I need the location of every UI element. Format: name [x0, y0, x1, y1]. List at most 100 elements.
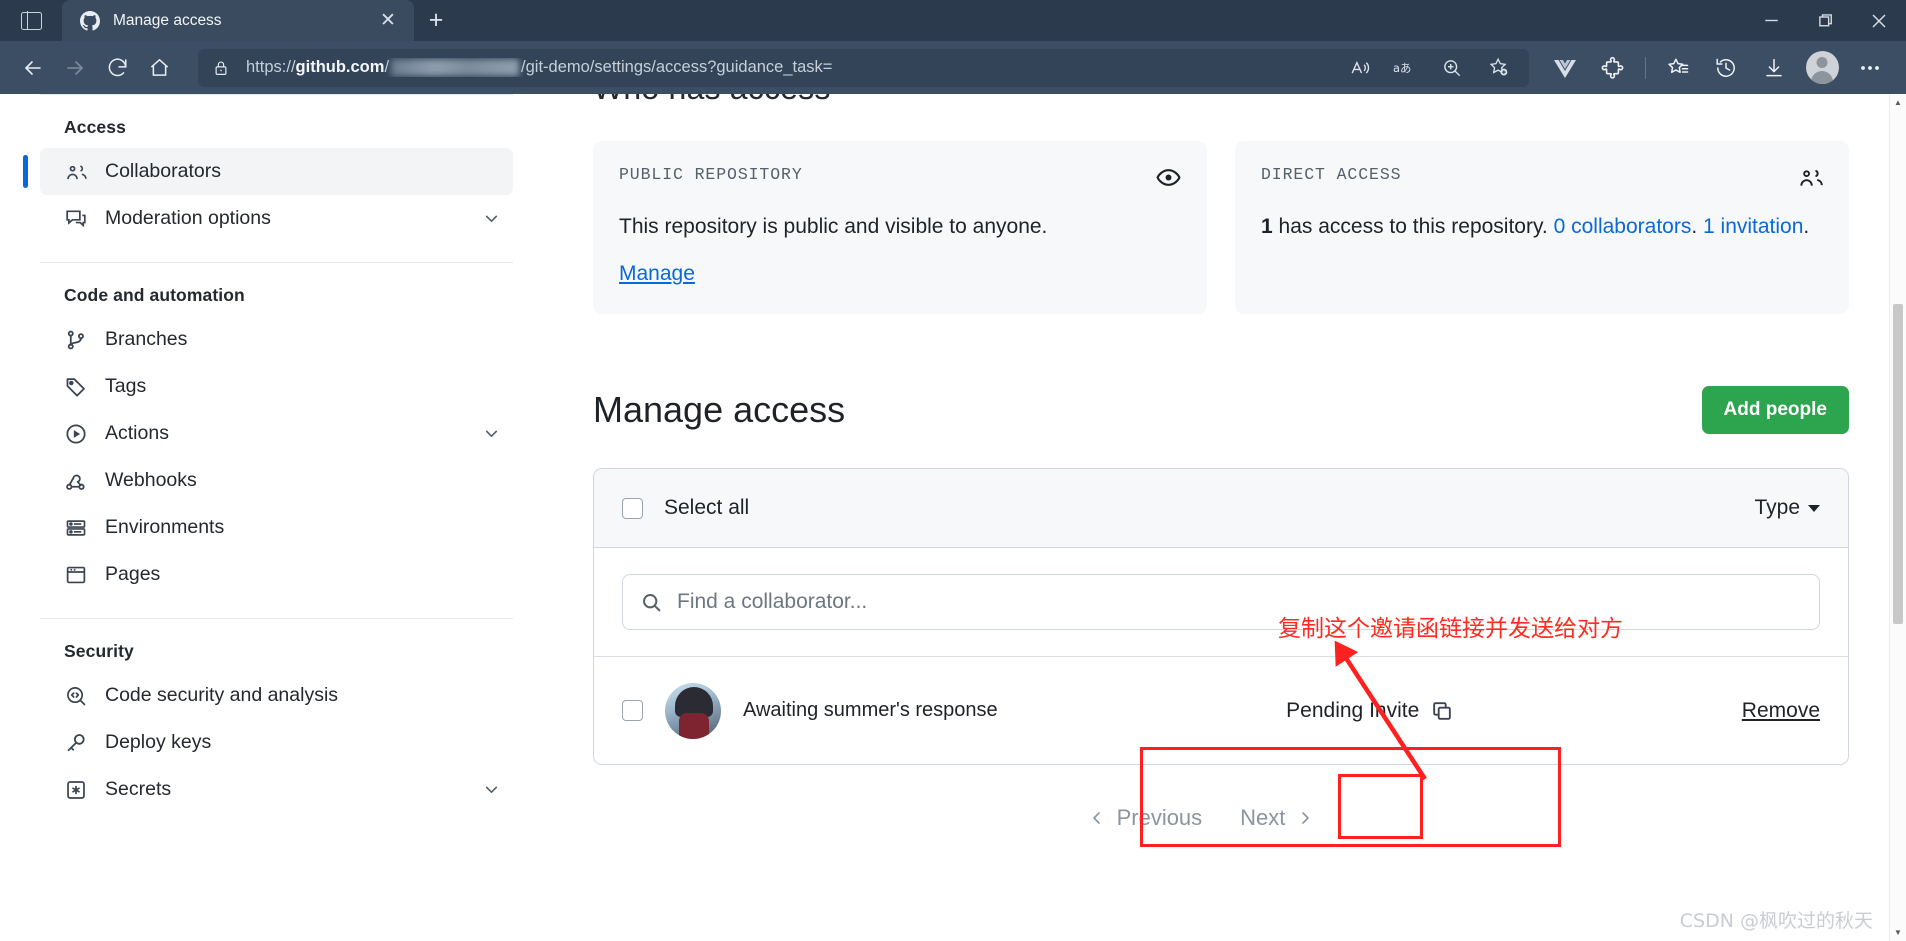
sidebar-item-environments[interactable]: Environments	[40, 504, 513, 551]
browser-titlebar: Manage access ✕ +	[0, 0, 1906, 41]
sidebar-section-title-access: Access	[64, 117, 126, 137]
scrollbar-thumb[interactable]	[1893, 304, 1903, 624]
access-cards-row: PUBLIC REPOSITORY This repository is pub…	[593, 141, 1849, 315]
zoom-icon[interactable]	[1429, 49, 1475, 87]
sidebar-item-pages[interactable]: Pages	[40, 551, 513, 598]
sidebar-item-webhooks[interactable]: Webhooks	[40, 457, 513, 504]
comment-discussion-icon	[64, 208, 88, 230]
collaborators-panel-header: Select all Type	[594, 469, 1848, 549]
avatar	[1805, 51, 1839, 84]
add-people-button[interactable]: Add people	[1701, 386, 1849, 435]
profile-avatar[interactable]	[1798, 47, 1846, 89]
sidebar-item-label: Webhooks	[105, 469, 197, 491]
sidebar-item-label: Tags	[105, 375, 147, 397]
codescan-icon	[64, 685, 88, 707]
forward-arrow-icon[interactable]	[54, 47, 96, 89]
public-repository-card-body: This repository is public and visible to…	[619, 215, 1048, 238]
pending-invite-group: Pending Invite	[1286, 699, 1453, 723]
extensions-icon[interactable]	[1589, 47, 1637, 89]
select-all-label: Select all	[664, 496, 750, 520]
vue-devtools-icon[interactable]	[1541, 47, 1589, 89]
tab-title: Manage access	[113, 11, 222, 29]
sidebar-item-label: Secrets	[105, 778, 172, 800]
page-title: Manage access	[593, 389, 846, 431]
manage-visibility-link[interactable]: Manage	[619, 262, 695, 286]
tab-actions-sidebar-button[interactable]	[0, 0, 62, 41]
address-bar-url: https://github.com //git-demo/settings/ac…	[246, 58, 833, 76]
downloads-icon[interactable]	[1750, 47, 1798, 89]
type-filter-dropdown[interactable]: Type	[1754, 496, 1820, 520]
copy-icon[interactable]	[1431, 700, 1453, 722]
direct-access-end-text: .	[1803, 215, 1810, 238]
chevron-down-icon	[1808, 504, 1820, 512]
settings-more-icon[interactable]	[1846, 47, 1894, 89]
watermark: CSDN @枫吹过的秋天	[1679, 910, 1873, 932]
type-filter-label: Type	[1754, 496, 1800, 520]
browser-window: Manage access ✕ + https:// github.com / …	[0, 0, 1906, 941]
direct-access-body-text: has access to this repository.	[1272, 215, 1554, 238]
play-icon	[64, 423, 88, 445]
scroll-down-arrow-icon[interactable]: ▼	[1890, 924, 1906, 941]
close-icon[interactable]	[1852, 0, 1906, 41]
collaborator-search-wrapper	[594, 548, 1848, 656]
url-redacted-segment	[391, 59, 520, 76]
scroll-up-arrow-icon[interactable]: ▲	[1890, 94, 1906, 111]
webhook-icon	[64, 470, 88, 492]
chevron-down-icon[interactable]	[483, 781, 500, 798]
sidebar-item-secrets[interactable]: Secrets	[40, 766, 513, 813]
read-aloud-icon[interactable]	[1337, 49, 1383, 87]
sidebar-item-deploy-keys[interactable]: Deploy keys	[40, 719, 513, 766]
window-controls	[1744, 0, 1906, 41]
new-tab-button[interactable]: +	[414, 0, 458, 41]
table-row: Awaiting summer's response Pending Invit…	[594, 656, 1848, 764]
restore-icon[interactable]	[1798, 0, 1852, 41]
search-input[interactable]	[677, 590, 1801, 615]
minimize-icon[interactable]	[1744, 0, 1798, 41]
row-checkbox[interactable]	[622, 700, 643, 722]
people-icon	[1798, 165, 1823, 190]
previous-page-label: Previous	[1116, 805, 1203, 831]
address-bar[interactable]: https://github.com //git-demo/settings/ac…	[198, 48, 1529, 87]
remove-collaborator-link[interactable]: Remove	[1742, 699, 1820, 723]
collaborator-search-box[interactable]	[622, 574, 1820, 631]
back-arrow-icon[interactable]	[12, 47, 54, 89]
main-content: Who has access PUBLIC REPOSITORY This re…	[553, 94, 1889, 941]
sidebar-item-moderation-options[interactable]: Moderation options	[40, 195, 513, 242]
select-all-checkbox[interactable]	[622, 497, 643, 519]
favorites-icon[interactable]	[1654, 47, 1702, 89]
repo-settings-sidebar: Access Collaborators Moderation options	[0, 94, 553, 941]
sidebar-item-code-security-and-analysis[interactable]: Code security and analysis	[40, 672, 513, 719]
sidebar-item-label: Moderation options	[105, 207, 271, 229]
close-icon[interactable]: ✕	[374, 7, 402, 35]
collaborators-link[interactable]: 0 collaborators	[1554, 215, 1692, 238]
sidebar-panel-icon	[20, 10, 42, 31]
chevron-down-icon[interactable]	[483, 425, 500, 442]
avatar	[665, 682, 721, 739]
page-viewport: Access Collaborators Moderation options	[0, 94, 1906, 941]
sidebar-item-tags[interactable]: Tags	[40, 363, 513, 410]
tag-icon	[64, 376, 88, 398]
invitation-link[interactable]: 1 invitation	[1703, 215, 1803, 238]
search-icon	[641, 592, 663, 613]
translate-icon[interactable]: aあ	[1383, 49, 1429, 87]
key-icon	[64, 732, 88, 754]
sidebar-item-collaborators[interactable]: Collaborators	[23, 148, 513, 195]
direct-access-card-title: DIRECT ACCESS	[1261, 165, 1402, 184]
sidebar-item-actions[interactable]: Actions	[40, 410, 513, 457]
eye-icon	[1156, 165, 1181, 190]
page-scrollbar[interactable]: ▲ ▼	[1889, 94, 1906, 941]
next-page-button[interactable]: Next	[1240, 805, 1313, 831]
chevron-down-icon[interactable]	[483, 210, 500, 227]
pagination: Previous Next	[553, 805, 1849, 831]
browser-window-icon	[64, 564, 88, 586]
sidebar-item-label: Code security and analysis	[105, 684, 339, 706]
direct-access-card: DIRECT ACCESS 1 has access to this repos…	[1235, 141, 1849, 315]
add-favorite-icon[interactable]	[1475, 49, 1521, 87]
browser-tab[interactable]: Manage access ✕	[62, 0, 414, 41]
next-page-label: Next	[1240, 805, 1286, 831]
sidebar-item-branches[interactable]: Branches	[40, 316, 513, 363]
refresh-icon[interactable]	[96, 47, 138, 89]
home-icon[interactable]	[138, 47, 180, 89]
history-icon[interactable]	[1702, 47, 1750, 89]
previous-page-button[interactable]: Previous	[1089, 805, 1203, 831]
